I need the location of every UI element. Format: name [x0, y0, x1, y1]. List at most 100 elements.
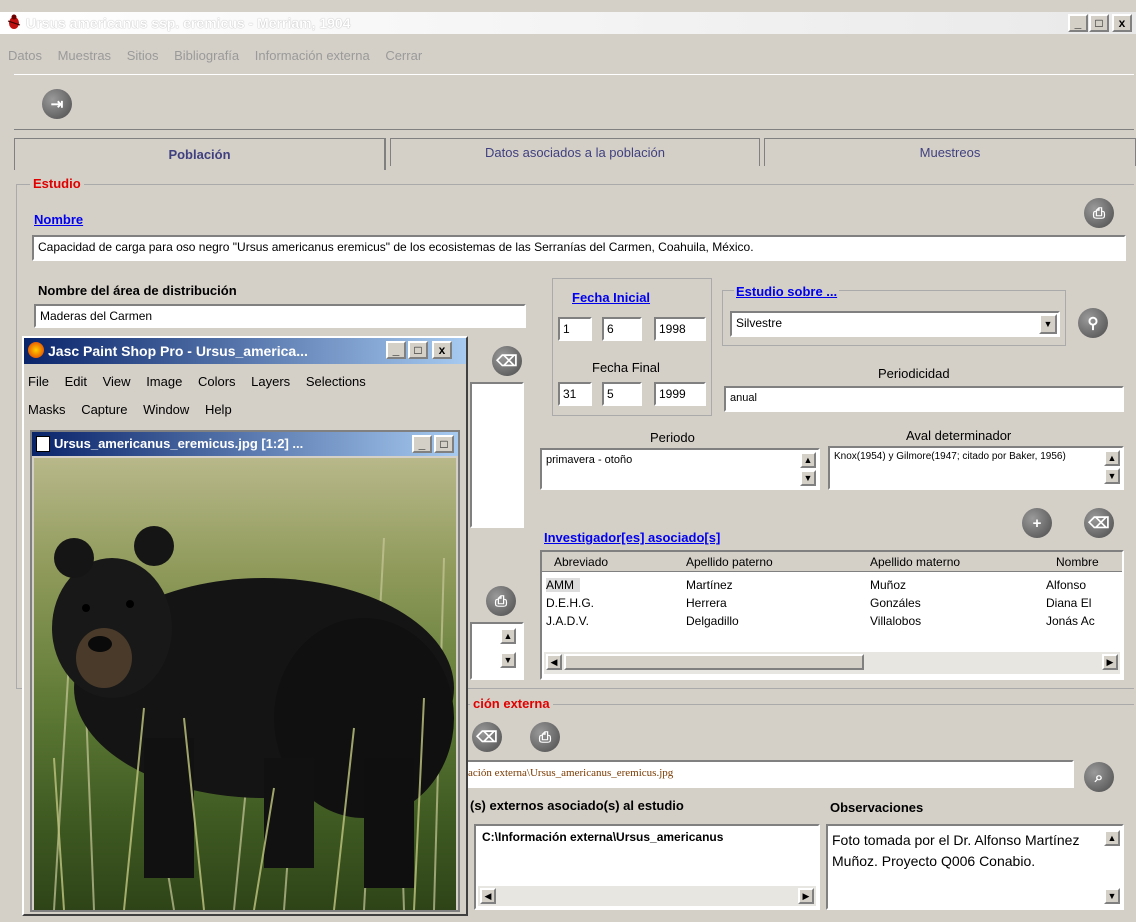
printer-icon-2[interactable]: ⎙ [486, 586, 516, 616]
archivos-scroll-right[interactable]: ▶ [798, 888, 814, 904]
psp-menu-colors[interactable]: Colors [198, 374, 236, 389]
psp-maximize-button[interactable]: □ [408, 341, 428, 359]
aval-scroll-up[interactable]: ▲ [1104, 450, 1120, 466]
periodo-scroll-up[interactable]: ▲ [800, 452, 816, 468]
area-list[interactable] [470, 382, 524, 528]
observaciones-field[interactable]: Foto tomada por el Dr. Alfonso Martínez … [826, 824, 1124, 910]
tab-muestreos[interactable]: Muestreos [764, 138, 1136, 166]
psp-title-bar[interactable]: Jasc Paint Shop Pro - Ursus_america... _… [24, 338, 466, 364]
scroll-left-button[interactable]: ◀ [546, 654, 562, 670]
maximize-button[interactable]: □ [1089, 14, 1109, 32]
fecha-inicial-mes[interactable]: 6 [602, 317, 642, 341]
fecha-final-mes[interactable]: 5 [602, 382, 642, 406]
fecha-inicial-label[interactable]: Fecha Inicial [572, 290, 650, 305]
periodo-label: Periodo [650, 430, 695, 445]
printer-icon-3[interactable]: ⎙ [530, 722, 560, 752]
archivos-list[interactable]: C:\Información externa\Ursus_americanus … [474, 824, 820, 910]
periodo-field[interactable]: primavera - otoño ▲ ▼ [540, 448, 820, 490]
table-row[interactable]: D.E.H.G. Herrera Gonzáles Diana El [542, 594, 1122, 612]
menu-muestras[interactable]: Muestras [58, 48, 111, 63]
scroll-right-button[interactable]: ▶ [1102, 654, 1118, 670]
aval-field[interactable]: Knox(1954) y Gilmore(1947; citado por Ba… [828, 446, 1124, 490]
menu-bibliografia[interactable]: Bibliografía [174, 48, 239, 63]
psp-close-button[interactable]: x [432, 341, 452, 359]
psp-menu-window[interactable]: Window [143, 402, 189, 417]
magnifier-icon[interactable]: ⌕ [1084, 762, 1114, 792]
observaciones-scroll-down[interactable]: ▼ [1104, 888, 1120, 904]
psp-menu-image[interactable]: Image [146, 374, 182, 389]
table-row[interactable]: J.A.D.V. Delgadillo Villalobos Jonás Ac [542, 612, 1122, 630]
psp-menu-row2: Masks Capture Window Help [28, 402, 244, 417]
psp-menu-selections[interactable]: Selections [306, 374, 366, 389]
estudio-sobre-label[interactable]: Estudio sobre ... [734, 284, 840, 299]
fecha-inicial-anio[interactable]: 1998 [654, 317, 706, 341]
fecha-final-label: Fecha Final [592, 360, 660, 375]
info-externa-label: ción externa [470, 696, 553, 711]
investigadores-label[interactable]: Investigador[es] asociado[s] [544, 530, 720, 545]
col-nombre[interactable]: Nombre [1056, 555, 1099, 569]
main-title-bar: Ursus americanus ssp. eremicus - Merriam… [0, 12, 1136, 34]
add-user-icon[interactable]: + [1022, 508, 1052, 538]
printer-icon[interactable]: ⎙ [1084, 198, 1114, 228]
bear-photo [34, 458, 456, 910]
tab-poblacion[interactable]: Población [14, 138, 386, 170]
close-button[interactable]: x [1112, 14, 1132, 32]
eraser-icon-2[interactable]: ⌫ [1084, 508, 1114, 538]
info-path-field[interactable]: ación externa\Ursus_americanus_eremicus.… [462, 760, 1074, 788]
archivos-hscroll[interactable]: ◀ ▶ [478, 886, 816, 906]
tab-datos-asociados[interactable]: Datos asociados a la población [390, 138, 760, 166]
psp-doc-title-bar[interactable]: Ursus_americanus_eremicus.jpg [1:2] ... … [32, 432, 458, 456]
scroll-up-button[interactable]: ▲ [500, 628, 516, 644]
psp-doc-minimize-button[interactable]: _ [412, 435, 432, 453]
scroll-thumb[interactable] [564, 654, 864, 670]
list-item[interactable]: C:\Información externa\Ursus_americanus [476, 826, 818, 848]
horizontal-scrollbar[interactable]: ◀ ▶ [544, 652, 1120, 674]
psp-menu-file[interactable]: File [28, 374, 49, 389]
bear-illustration [52, 526, 454, 910]
col-apellido-paterno[interactable]: Apellido paterno [686, 555, 773, 569]
fecha-final-dia[interactable]: 31 [558, 382, 592, 406]
run-icon[interactable]: ⚲ [1078, 308, 1108, 338]
periodicidad-field[interactable]: anual [724, 386, 1124, 412]
menu-informacion-externa[interactable]: Información externa [255, 48, 370, 63]
aval-scroll-down[interactable]: ▼ [1104, 468, 1120, 484]
main-menu-bar: Datos Muestras Sitios Bibliografía Infor… [8, 48, 434, 63]
psp-doc-maximize-button[interactable]: □ [434, 435, 454, 453]
psp-menu-view[interactable]: View [103, 374, 131, 389]
menu-cerrar[interactable]: Cerrar [385, 48, 422, 63]
area-field[interactable]: Maderas del Carmen [34, 304, 526, 328]
aval-label: Aval determinador [906, 428, 1012, 443]
nombre-field[interactable]: Capacidad de carga para oso negro "Ursus… [32, 235, 1126, 261]
psp-menu-edit[interactable]: Edit [65, 374, 87, 389]
psp-menu-help[interactable]: Help [205, 402, 232, 417]
dropdown-arrow-icon[interactable]: ▼ [1039, 314, 1057, 334]
tab-datos-asociados-label: Datos asociados a la población [485, 145, 665, 160]
exit-door-icon[interactable]: ⇥ [42, 89, 72, 119]
scroll-down-button[interactable]: ▼ [500, 652, 516, 668]
eraser-icon[interactable]: ⌫ [492, 346, 522, 376]
table-row[interactable]: AMM Martínez Muñoz Alfonso [542, 576, 1122, 594]
psp-menu-layers[interactable]: Layers [251, 374, 290, 389]
eraser-icon-3[interactable]: ⌫ [472, 722, 502, 752]
fecha-final-anio[interactable]: 1999 [654, 382, 706, 406]
nombre-label[interactable]: Nombre [34, 212, 83, 227]
psp-doc-title: Ursus_americanus_eremicus.jpg [1:2] ... [54, 436, 304, 451]
menu-datos[interactable]: Datos [8, 48, 42, 63]
estudio-sobre-select[interactable]: Silvestre ▼ [730, 311, 1060, 337]
menu-sitios[interactable]: Sitios [127, 48, 159, 63]
investigadores-grid[interactable]: Abreviado Apellido paterno Apellido mate… [540, 550, 1124, 680]
observaciones-label: Observaciones [830, 800, 924, 815]
psp-minimize-button[interactable]: _ [386, 341, 406, 359]
observaciones-scroll-up[interactable]: ▲ [1104, 830, 1120, 846]
col-apellido-materno[interactable]: Apellido materno [870, 555, 960, 569]
minimize-button[interactable]: _ [1068, 14, 1088, 32]
archivos-scroll-left[interactable]: ◀ [480, 888, 496, 904]
fecha-inicial-dia[interactable]: 1 [558, 317, 592, 341]
image-file-icon [36, 436, 50, 452]
psp-menu-masks[interactable]: Masks [28, 402, 66, 417]
psp-title: Jasc Paint Shop Pro - Ursus_america... [48, 343, 308, 359]
psp-menu-capture[interactable]: Capture [81, 402, 127, 417]
periodo-scroll-down[interactable]: ▼ [800, 470, 816, 486]
main-title: Ursus americanus ssp. eremicus - Merriam… [26, 15, 351, 31]
col-abreviado[interactable]: Abreviado [554, 555, 608, 569]
